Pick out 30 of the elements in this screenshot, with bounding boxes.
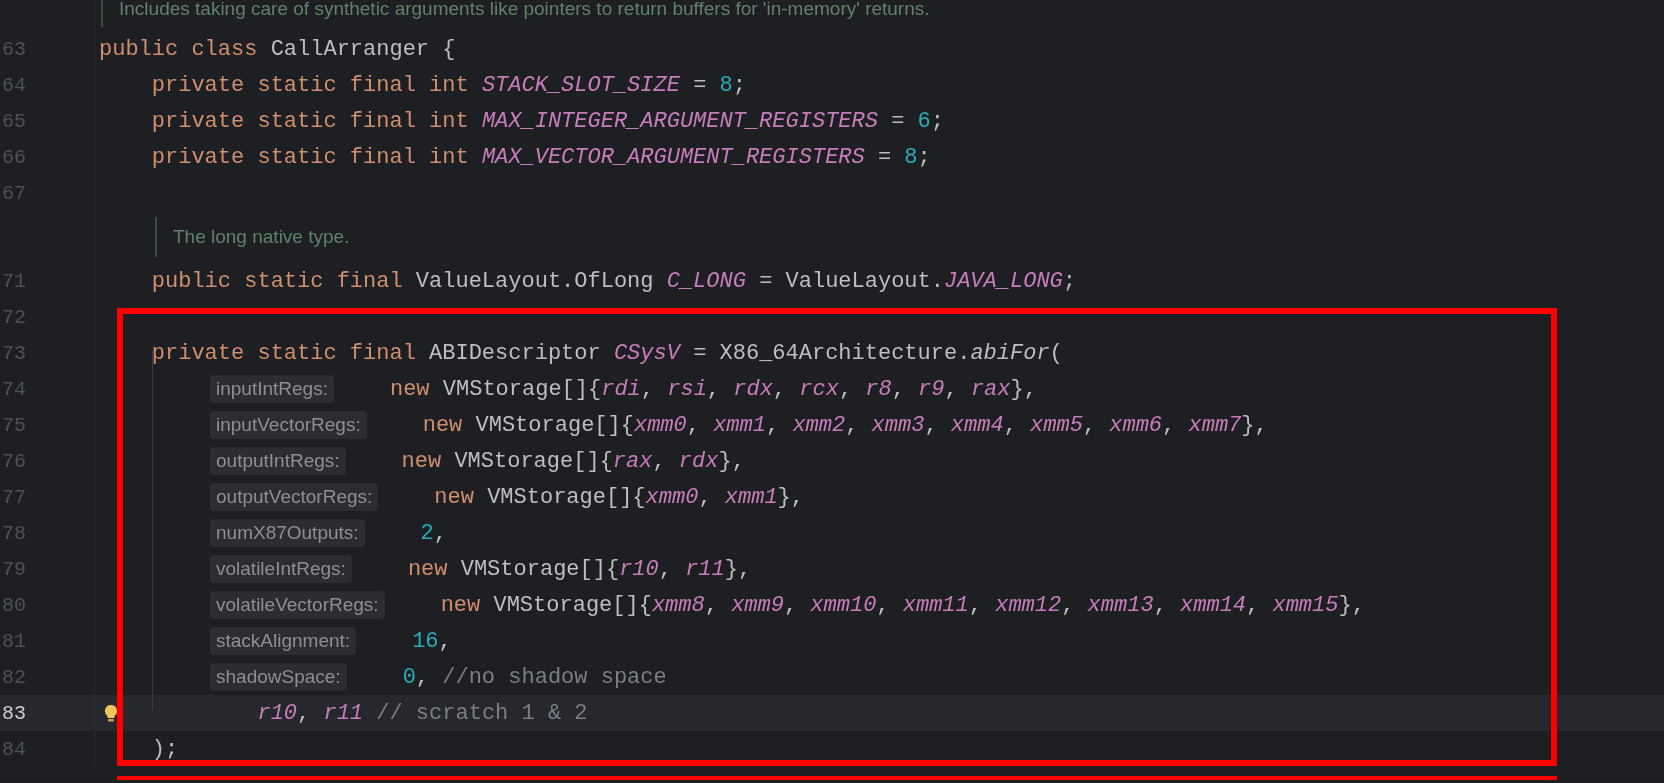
lightbulb-icon[interactable]: [104, 704, 118, 724]
line-number: 83: [1, 701, 26, 725]
parameter-hint: volatileVectorRegs:: [210, 591, 385, 619]
code-line: private static final int STACK_SLOT_SIZE = 8;: [151, 72, 746, 98]
code-line: private static final int MAX_INTEGER_ARGUMENT_REGISTERS = 6;: [151, 108, 944, 134]
code-line: new VMStorage[]{rdi, rsi, rdx, rcx, r8, r9, rax},: [389, 376, 1037, 402]
code-line: );: [151, 736, 179, 762]
code-line: private static final int MAX_VECTOR_ARGUMENT_REGISTERS = 8;: [151, 144, 931, 170]
code-line: new VMStorage[]{r10, r11},: [407, 556, 752, 582]
parameter-hint: inputIntRegs:: [210, 375, 334, 403]
parameter-hint: outputIntRegs:: [210, 447, 346, 475]
code-line: r10, r11 // scratch 1 & 2: [257, 700, 588, 726]
doc-comment: The long native type.: [173, 226, 350, 248]
parameter-hint: volatileIntRegs:: [210, 555, 352, 583]
code-line: new VMStorage[]{xmm0, xmm1},: [434, 484, 804, 510]
doc-comment: Includes taking care of synthetic arguments like pointers to return buffers for 'in-memory' returns.: [119, 0, 930, 20]
parameter-hint: numX87Outputs:: [210, 519, 365, 547]
code-line: new VMStorage[]{rax, rdx},: [401, 448, 745, 474]
parameter-hint: inputVectorRegs:: [210, 411, 367, 439]
code-line: public static final ValueLayout.OfLong C_LONG = ValueLayout.JAVA_LONG;: [151, 268, 1076, 294]
code-line: 16,: [412, 628, 452, 654]
code-line: new VMStorage[]{xmm0, xmm1, xmm2, xmm3, xmm4, xmm5, xmm6, xmm7},: [422, 412, 1268, 438]
parameter-hint: shadowSpace:: [210, 663, 347, 691]
code-line: 2,: [420, 520, 447, 546]
code-line: new VMStorage[]{xmm8, xmm9, xmm10, xmm11, xmm12, xmm13, xmm14, xmm15},: [440, 592, 1365, 618]
code-line: public class CallArranger {: [99, 36, 456, 62]
parameter-hint: outputVectorRegs:: [210, 483, 379, 511]
code-line: private static final ABIDescriptor CSysV = X86_64Architecture.abiFor(: [151, 340, 1063, 366]
parameter-hint: stackAlignment:: [210, 627, 357, 655]
code-line: 0, //no shadow space: [402, 664, 667, 690]
